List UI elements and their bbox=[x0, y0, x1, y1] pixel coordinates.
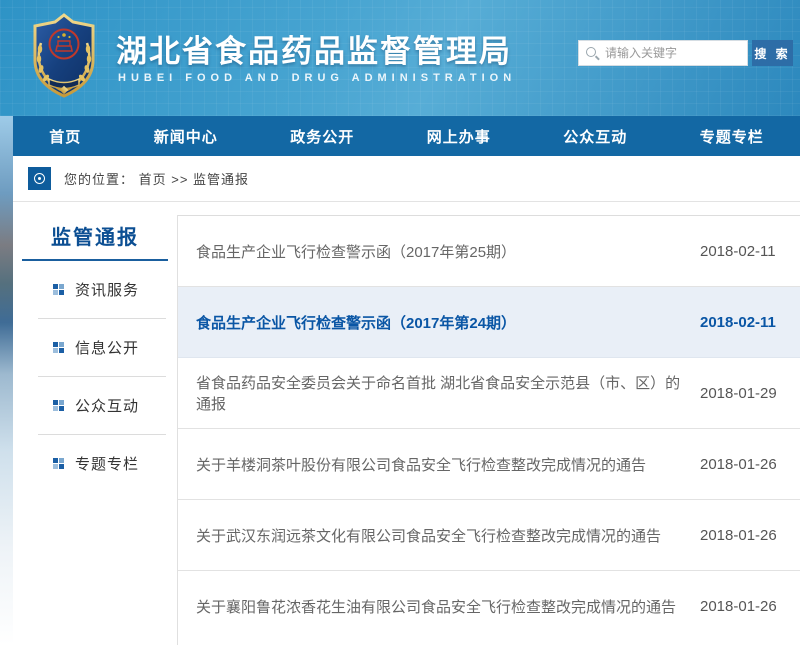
search-input[interactable] bbox=[579, 41, 747, 65]
article-row-highlighted[interactable]: 食品生产企业飞行检查警示函（2017年第24期） 2018-02-11 bbox=[178, 287, 800, 358]
sidebar-title: 监管通报 bbox=[13, 221, 177, 250]
search-box: 搜 索 bbox=[578, 40, 793, 66]
page-container: 首页 新闻中心 政务公开 网上办事 公众互动 专题专栏 您的位置： 首页 >> … bbox=[13, 116, 800, 645]
nav-item-special-topics[interactable]: 专题专栏 bbox=[700, 126, 764, 147]
breadcrumb-text[interactable]: 您的位置： 首页 >> 监管通报 bbox=[64, 169, 249, 188]
nav-item-home[interactable]: 首页 bbox=[49, 126, 81, 147]
nav-item-gov-info[interactable]: 政务公开 bbox=[290, 126, 354, 147]
sidebar-item-public-interaction[interactable]: 公众互动 bbox=[13, 377, 177, 434]
grid-squares-icon bbox=[53, 458, 64, 469]
sidebar-item-info-services[interactable]: 资讯服务 bbox=[13, 261, 177, 318]
site-subtitle: HUBEI FOOD AND DRUG ADMINISTRATION bbox=[118, 72, 516, 84]
grid-squares-icon bbox=[53, 342, 64, 353]
site-header: 湖北省食品药品监督管理局 HUBEI FOOD AND DRUG ADMINIS… bbox=[0, 0, 800, 116]
article-row[interactable]: 关于武汉东润远茶文化有限公司食品安全飞行检查整改完成情况的通告 2018-01-… bbox=[178, 500, 800, 571]
article-row[interactable]: 关于羊楼洞茶叶股份有限公司食品安全飞行检查整改完成情况的通告 2018-01-2… bbox=[178, 429, 800, 500]
main-nav: 首页 新闻中心 政务公开 网上办事 公众互动 专题专栏 bbox=[13, 116, 800, 156]
grid-squares-icon bbox=[53, 284, 64, 295]
article-title[interactable]: 关于羊楼洞茶叶股份有限公司食品安全飞行检查整改完成情况的通告 bbox=[178, 454, 700, 475]
sidebar: 监管通报 资讯服务 信息公开 公众互动 专题专栏 bbox=[13, 215, 178, 645]
article-title[interactable]: 省食品药品安全委员会关于命名首批 湖北省食品安全示范县（市、区）的通报 bbox=[178, 372, 700, 414]
site-title: 湖北省食品药品监督管理局 bbox=[116, 26, 512, 71]
nav-item-news[interactable]: 新闻中心 bbox=[154, 126, 218, 147]
article-title[interactable]: 食品生产企业飞行检查警示函（2017年第24期） bbox=[178, 312, 700, 333]
article-title[interactable]: 食品生产企业飞行检查警示函（2017年第25期） bbox=[178, 241, 700, 262]
article-title[interactable]: 关于武汉东润远茶文化有限公司食品安全飞行检查整改完成情况的通告 bbox=[178, 525, 700, 546]
article-row[interactable]: 省食品药品安全委员会关于命名首批 湖北省食品安全示范县（市、区）的通报 2018… bbox=[178, 358, 800, 429]
article-date: 2018-02-11 bbox=[700, 243, 800, 260]
sidebar-item-special-topics[interactable]: 专题专栏 bbox=[13, 435, 177, 492]
article-date: 2018-01-26 bbox=[700, 598, 800, 615]
agency-badge-logo bbox=[27, 13, 101, 99]
sidebar-item-information-disclosure[interactable]: 信息公开 bbox=[13, 319, 177, 376]
nav-item-public-interaction[interactable]: 公众互动 bbox=[563, 126, 627, 147]
article-date: 2018-01-26 bbox=[700, 456, 800, 473]
breadcrumb: 您的位置： 首页 >> 监管通报 bbox=[13, 156, 800, 202]
article-list: 食品生产企业飞行检查警示函（2017年第25期） 2018-02-11 食品生产… bbox=[178, 215, 800, 645]
article-row[interactable]: 食品生产企业飞行检查警示函（2017年第25期） 2018-02-11 bbox=[178, 216, 800, 287]
article-title[interactable]: 关于襄阳鲁花浓香花生油有限公司食品安全飞行检查整改完成情况的通告 bbox=[178, 596, 700, 617]
article-row[interactable]: 关于襄阳鲁花浓香花生油有限公司食品安全飞行检查整改完成情况的通告 2018-01… bbox=[178, 571, 800, 642]
article-date: 2018-01-29 bbox=[700, 385, 800, 402]
search-button[interactable]: 搜 索 bbox=[752, 40, 793, 66]
article-date: 2018-01-26 bbox=[700, 527, 800, 544]
nav-item-online-services[interactable]: 网上办事 bbox=[427, 126, 491, 147]
target-icon bbox=[28, 167, 51, 190]
article-date: 2018-02-11 bbox=[700, 314, 800, 331]
grid-squares-icon bbox=[53, 400, 64, 411]
search-icon bbox=[586, 47, 596, 57]
